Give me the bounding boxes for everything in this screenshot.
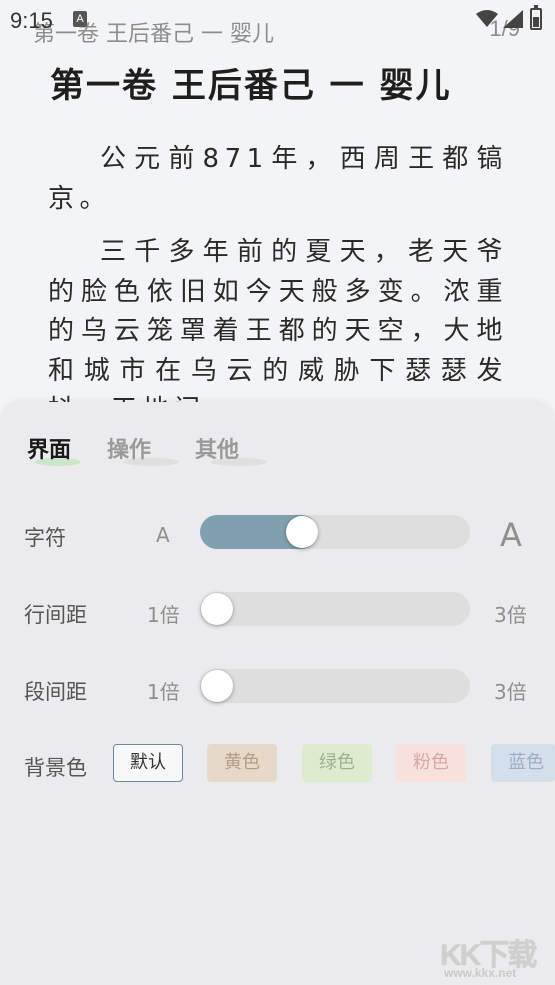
- font-size-slider[interactable]: [200, 515, 470, 549]
- notification-icon: A: [73, 11, 87, 27]
- paragraph-spacing-max: 3倍: [494, 680, 527, 704]
- tab-other[interactable]: 其他: [195, 432, 239, 464]
- line-spacing-slider[interactable]: [200, 592, 470, 626]
- background-color-label: 背景色: [24, 756, 87, 780]
- line-spacing-min: 1倍: [147, 603, 180, 627]
- paragraph-spacing-label: 段间距: [24, 680, 87, 704]
- battery-icon: [530, 5, 542, 30]
- bg-option-blue[interactable]: 蓝色: [491, 744, 555, 782]
- font-size-max: A: [500, 516, 522, 554]
- watermark-url: www.kkx.net: [444, 966, 517, 980]
- font-size-slider-thumb[interactable]: [285, 516, 318, 548]
- paragraph: 三千多年前的夏天，老天爷的脸色依旧如今天般多变。浓重的乌云笼罩着王都的天空，大地…: [48, 237, 508, 425]
- chapter-title: 第一卷 王后番己 一 婴儿: [50, 66, 452, 106]
- font-size-label: 字符: [24, 526, 66, 550]
- paragraph-spacing-min: 1倍: [147, 680, 180, 704]
- header-chapter-title: 第一卷 王后番己 一 婴儿: [33, 22, 274, 47]
- settings-panel: 界面 操作 其他 字符 A A 行间距 1倍 3倍 段间距 1倍 3倍 背景色 …: [0, 402, 555, 985]
- paragraph-spacing-slider-thumb[interactable]: [201, 670, 233, 702]
- paragraph-spacing-slider[interactable]: [200, 669, 470, 703]
- wifi-icon: [476, 10, 498, 27]
- tab-operation[interactable]: 操作: [107, 432, 151, 464]
- font-size-min: A: [156, 523, 170, 547]
- watermark: KK下载 www.kkx.net: [438, 930, 550, 982]
- bg-option-green[interactable]: 绿色: [302, 744, 372, 782]
- reader-screen: 第一卷 王后番己 一 婴儿 9:15 A 1/9 第一卷 王后番己 一 婴儿 公…: [0, 0, 555, 985]
- status-bar: 第一卷 王后番己 一 婴儿 9:15 A 1/9: [0, 0, 555, 47]
- line-spacing-slider-thumb[interactable]: [201, 593, 233, 625]
- line-spacing-label: 行间距: [24, 603, 87, 627]
- signal-icon: [503, 10, 523, 28]
- tab-interface[interactable]: 界面: [27, 432, 71, 464]
- reading-text: 公元前871年，西周王都镐京。 三千多年前的夏天，老天爷的脸色依旧如今天般多变。…: [48, 140, 508, 445]
- line-spacing-max: 3倍: [494, 603, 527, 627]
- status-time: 9:15: [10, 8, 53, 33]
- bg-option-yellow[interactable]: 黄色: [207, 744, 277, 782]
- bg-option-default[interactable]: 默认: [113, 744, 183, 782]
- bg-option-pink[interactable]: 粉色: [396, 744, 466, 782]
- paragraph: 公元前871年，西周王都镐京。: [48, 144, 508, 214]
